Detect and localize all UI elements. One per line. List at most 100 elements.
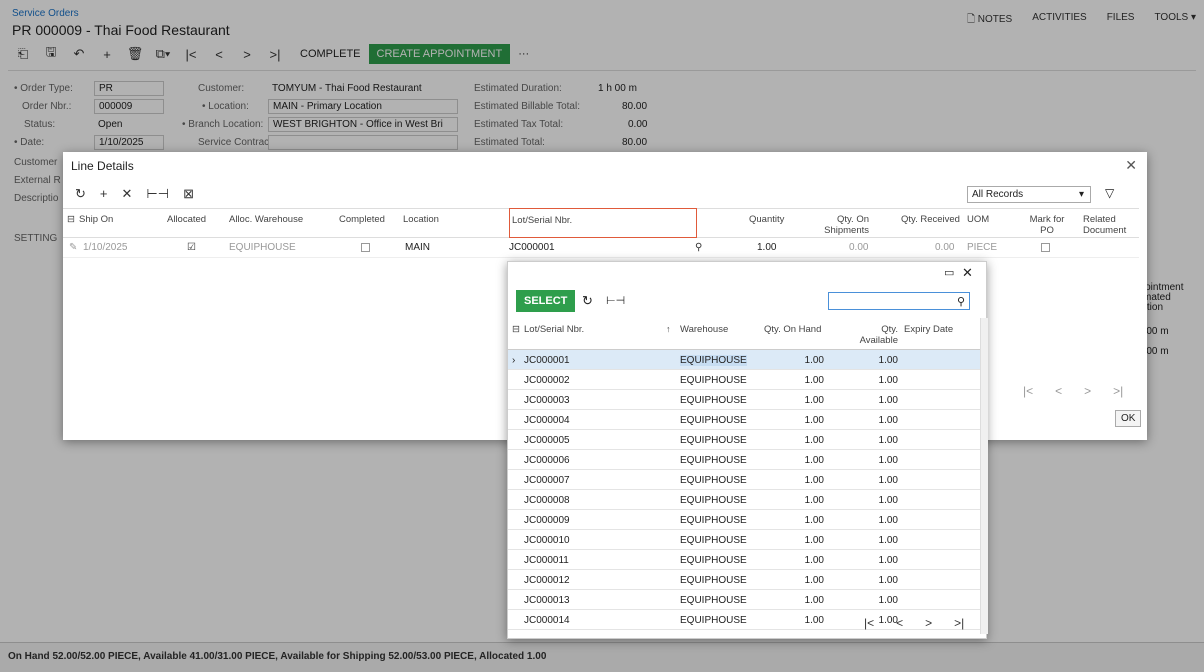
copy-icon[interactable]: ⧉▾ bbox=[152, 45, 174, 63]
export-excel-icon[interactable]: ⊠ bbox=[183, 186, 194, 202]
col-warehouse[interactable]: Warehouse bbox=[680, 324, 728, 335]
maximize-icon[interactable]: ▭ bbox=[944, 266, 954, 279]
list-item[interactable]: JC000011 EQUIPHOUSE 1.00 1.00 bbox=[508, 550, 980, 570]
col-location[interactable]: Location bbox=[403, 214, 439, 225]
cell-lot-serial: JC000014 bbox=[524, 615, 570, 626]
branch-field[interactable]: WEST BRIGHTON - Office in West Bri bbox=[268, 117, 458, 132]
col-qty-on-hand[interactable]: Qty. On Hand bbox=[764, 324, 821, 335]
next-icon[interactable]: > bbox=[236, 45, 258, 63]
next-page-icon[interactable]: > bbox=[925, 616, 932, 630]
cell-quantity[interactable]: 1.00 bbox=[757, 242, 776, 253]
list-item[interactable]: JC000003 EQUIPHOUSE 1.00 1.00 bbox=[508, 390, 980, 410]
tools-button[interactable]: TOOLS ▾ bbox=[1154, 12, 1196, 29]
refresh-icon[interactable]: ↻ bbox=[75, 186, 86, 202]
allocated-checkbox[interactable]: ☑ bbox=[187, 242, 196, 253]
list-item[interactable]: JC000007 EQUIPHOUSE 1.00 1.00 bbox=[508, 470, 980, 490]
close-icon[interactable]: ✕ bbox=[962, 265, 973, 281]
col-quantity[interactable]: Quantity bbox=[749, 214, 784, 225]
mark-for-po-checkbox[interactable] bbox=[1041, 243, 1050, 255]
col-related-document[interactable]: Related Document bbox=[1083, 214, 1131, 236]
location-field[interactable]: MAIN - Primary Location bbox=[268, 99, 458, 114]
fit-columns-icon[interactable]: ⊢⊣ bbox=[146, 186, 169, 202]
settings-tab-cut[interactable]: SETTING bbox=[14, 233, 57, 244]
first-page-icon[interactable]: |< bbox=[864, 616, 874, 630]
cell-location[interactable]: MAIN bbox=[405, 242, 430, 253]
add-icon[interactable]: + bbox=[100, 186, 108, 202]
description-cut-label: Descriptio bbox=[14, 193, 59, 204]
col-qty-received[interactable]: Qty. Received bbox=[901, 214, 960, 225]
files-button[interactable]: FILES bbox=[1107, 12, 1135, 29]
table-row[interactable]: ✎ 1/10/2025 ☑ EQUIPHOUSE MAIN JC000001 ⚲… bbox=[63, 238, 1139, 258]
cell-lot-serial: JC000007 bbox=[524, 475, 570, 486]
list-item[interactable]: JC000006 EQUIPHOUSE 1.00 1.00 bbox=[508, 450, 980, 470]
list-item[interactable]: › JC000001 EQUIPHOUSE 1.00 1.00 bbox=[508, 350, 980, 370]
fit-columns-icon[interactable]: ⊢⊣ bbox=[606, 294, 625, 307]
activities-button[interactable]: ACTIVITIES bbox=[1032, 12, 1086, 29]
cell-lot-serial: JC000012 bbox=[524, 575, 570, 586]
col-expiry-date[interactable]: Expiry Date bbox=[904, 324, 953, 335]
complete-button[interactable]: COMPLETE bbox=[292, 44, 369, 64]
list-item[interactable]: JC000004 EQUIPHOUSE 1.00 1.00 bbox=[508, 410, 980, 430]
dialog-title: Line Details bbox=[71, 159, 134, 173]
ok-button[interactable]: OK bbox=[1115, 410, 1142, 427]
col-ship-on[interactable]: Ship On bbox=[79, 214, 113, 225]
col-qty-on-shipments[interactable]: Qty. On Shipments bbox=[821, 214, 869, 236]
select-button[interactable]: SELECT bbox=[516, 290, 576, 312]
list-item[interactable]: JC000005 EQUIPHOUSE 1.00 1.00 bbox=[508, 430, 980, 450]
date-field[interactable]: 1/10/2025 bbox=[94, 135, 164, 150]
add-icon[interactable]: + bbox=[96, 45, 118, 63]
more-button[interactable]: ··· bbox=[510, 44, 537, 64]
prev-page-icon[interactable]: < bbox=[1055, 384, 1062, 398]
order-nbr-field[interactable]: 000009 bbox=[94, 99, 164, 114]
notes-button[interactable]: 🗋 NOTES bbox=[967, 12, 1012, 29]
last-icon[interactable]: >| bbox=[264, 45, 286, 63]
cell-alloc-warehouse[interactable]: EQUIPHOUSE bbox=[229, 242, 296, 253]
list-item[interactable]: JC000010 EQUIPHOUSE 1.00 1.00 bbox=[508, 530, 980, 550]
undo-save-icon[interactable]: ⎗ bbox=[12, 45, 34, 63]
col-qty-available[interactable]: Qty. Available bbox=[858, 324, 898, 346]
cell-lot-serial: JC000006 bbox=[524, 455, 570, 466]
search-input[interactable]: ⚲ bbox=[828, 292, 970, 310]
col-completed[interactable]: Completed bbox=[339, 214, 385, 225]
create-appointment-button[interactable]: CREATE APPOINTMENT bbox=[368, 44, 511, 64]
first-icon[interactable]: |< bbox=[180, 45, 202, 63]
cancel-icon[interactable]: ↶ bbox=[68, 45, 90, 63]
col-lot-serial[interactable]: Lot/Serial Nbr. bbox=[524, 324, 584, 335]
first-page-icon[interactable]: |< bbox=[1023, 384, 1033, 398]
save-icon[interactable]: 🖫 bbox=[40, 44, 62, 63]
completed-checkbox[interactable] bbox=[361, 243, 370, 255]
col-uom[interactable]: UOM bbox=[967, 214, 989, 225]
delete-row-icon[interactable]: ✕ bbox=[122, 186, 133, 202]
prev-icon[interactable]: < bbox=[208, 45, 230, 63]
prev-page-icon[interactable]: < bbox=[896, 616, 903, 630]
cell-uom[interactable]: PIECE bbox=[967, 242, 997, 253]
cell-ship-on[interactable]: 1/10/2025 bbox=[83, 242, 128, 253]
last-page-icon[interactable]: >| bbox=[954, 616, 964, 630]
delete-icon[interactable]: 🗑 bbox=[124, 45, 146, 63]
col-alloc-warehouse[interactable]: Alloc. Warehouse bbox=[229, 214, 303, 225]
cell-lot-serial[interactable]: JC000001 bbox=[509, 242, 555, 253]
records-filter-select[interactable]: All Records ▾ bbox=[967, 186, 1091, 203]
col-mark-for-po[interactable]: Mark for PO bbox=[1029, 214, 1065, 236]
breadcrumb[interactable]: Service Orders bbox=[12, 8, 79, 19]
list-item[interactable]: JC000008 EQUIPHOUSE 1.00 1.00 bbox=[508, 490, 980, 510]
list-item[interactable]: JC000013 EQUIPHOUSE 1.00 1.00 bbox=[508, 590, 980, 610]
close-icon[interactable]: ✕ bbox=[1125, 157, 1137, 174]
list-item[interactable]: JC000009 EQUIPHOUSE 1.00 1.00 bbox=[508, 510, 980, 530]
contract-field[interactable] bbox=[268, 135, 458, 150]
vertical-scrollbar[interactable] bbox=[980, 318, 988, 634]
list-item[interactable]: JC000002 EQUIPHOUSE 1.00 1.00 bbox=[508, 370, 980, 390]
customer-value[interactable]: TOMYUM - Thai Food Restaurant bbox=[272, 83, 422, 94]
cell-warehouse: EQUIPHOUSE bbox=[680, 375, 747, 386]
refresh-icon[interactable]: ↻ bbox=[582, 293, 593, 309]
cell-qty-on-hand: 1.00 bbox=[804, 435, 824, 446]
list-item[interactable]: JC000012 EQUIPHOUSE 1.00 1.00 bbox=[508, 570, 980, 590]
last-page-icon[interactable]: >| bbox=[1113, 384, 1123, 398]
col-allocated[interactable]: Allocated bbox=[167, 214, 206, 225]
next-page-icon[interactable]: > bbox=[1084, 384, 1091, 398]
order-type-field[interactable]: PR bbox=[94, 81, 164, 96]
col-lot-serial[interactable]: Lot/Serial Nbr. bbox=[509, 208, 697, 238]
cell-lot-serial: JC000004 bbox=[524, 415, 570, 426]
filter-icon[interactable]: ▽ bbox=[1105, 186, 1114, 200]
search-icon[interactable]: ⚲ bbox=[695, 242, 702, 253]
